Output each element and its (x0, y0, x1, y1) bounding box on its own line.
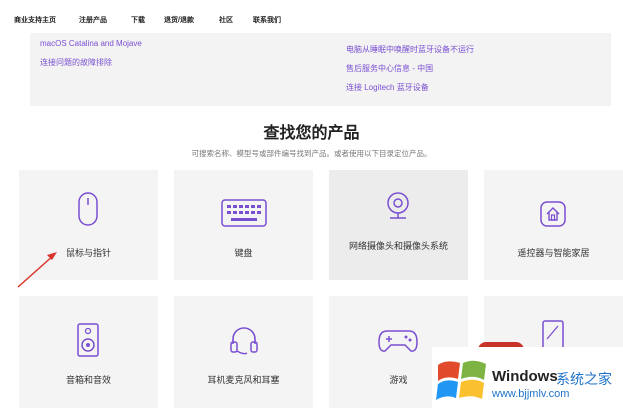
watermark-url: www.bjjmlv.com (492, 388, 570, 400)
watermark-site-name: 系统之家 (556, 371, 612, 387)
watermark-brand: Windows (492, 368, 558, 385)
windows-logo-icon (436, 360, 486, 400)
